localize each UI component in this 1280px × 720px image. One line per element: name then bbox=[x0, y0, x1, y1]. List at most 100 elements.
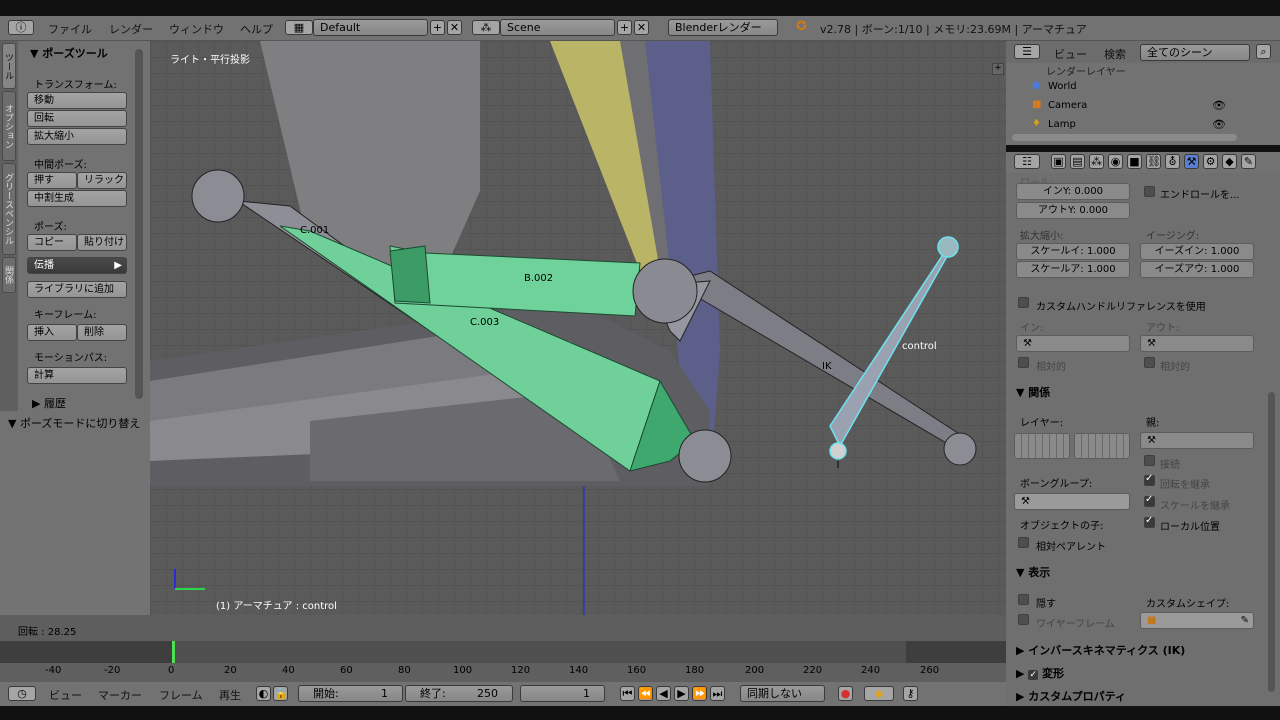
breakdown-button[interactable]: 中割生成 bbox=[27, 190, 127, 207]
current-frame-field[interactable]: 1 bbox=[520, 685, 605, 702]
inherit-scale-checkbox[interactable] bbox=[1144, 494, 1155, 507]
timeline-menu-marker[interactable]: マーカー bbox=[98, 687, 142, 703]
wireframe-checkbox[interactable] bbox=[1018, 614, 1029, 625]
display-panel-header[interactable]: ▼ 表示 bbox=[1016, 564, 1050, 580]
connected-checkbox[interactable] bbox=[1144, 455, 1155, 466]
range-icon[interactable]: ◐ bbox=[256, 686, 271, 701]
bone-group-field[interactable]: ⚒ bbox=[1014, 493, 1130, 510]
keyframe-type-icon[interactable]: ⚷ bbox=[903, 686, 918, 701]
layout-select[interactable]: Default bbox=[313, 19, 428, 36]
switch-pose-mode-header[interactable]: ▼ ポーズモードに切り替え bbox=[8, 415, 140, 431]
bone-b002-base[interactable] bbox=[389, 245, 431, 304]
timeline-menu-view[interactable]: ビュー bbox=[49, 687, 82, 703]
custom-shape-field[interactable]: ■ ✎ bbox=[1140, 612, 1254, 629]
texture-tab-icon[interactable]: ✎ bbox=[1241, 154, 1256, 169]
next-keyframe-icon[interactable]: ⏩ bbox=[692, 686, 707, 701]
viewport-expand-icon[interactable]: + bbox=[992, 63, 1004, 75]
outliner-menu-search[interactable]: 検索 bbox=[1104, 46, 1126, 62]
keying-set-icon[interactable]: ◆ bbox=[864, 686, 894, 701]
play-icon[interactable]: ▶ bbox=[674, 686, 689, 701]
control-tail-sphere[interactable] bbox=[829, 442, 847, 460]
camera-visibility-eye-icon[interactable]: 👁 bbox=[1212, 99, 1226, 112]
scene-tab-icon[interactable]: ⁂ bbox=[1089, 154, 1104, 169]
timeline-menu-frame[interactable]: フレーム bbox=[159, 687, 203, 703]
outliner-scrollbar[interactable] bbox=[1012, 134, 1237, 141]
relax-button[interactable]: リラックス bbox=[77, 172, 127, 201]
outliner-search-icon[interactable]: ⌕ bbox=[1256, 44, 1271, 59]
transform-enabled-checkbox[interactable]: ✓ bbox=[1028, 670, 1039, 680]
add-scene-icon[interactable]: + bbox=[617, 20, 632, 35]
relative-parent-checkbox[interactable] bbox=[1018, 537, 1029, 548]
tab-options[interactable]: オプション bbox=[2, 91, 16, 161]
local-location-checkbox[interactable] bbox=[1144, 515, 1155, 528]
inherit-rotation-checkbox[interactable] bbox=[1144, 473, 1155, 486]
tab-grease-pencil[interactable]: グリースペンシル bbox=[2, 163, 16, 255]
world-tab-icon[interactable]: ◉ bbox=[1108, 154, 1123, 169]
outliner-menu-view[interactable]: ビュー bbox=[1054, 46, 1087, 62]
menu-window[interactable]: ウィンドウ bbox=[169, 21, 224, 37]
menu-help[interactable]: ヘルプ bbox=[240, 21, 273, 37]
outliner-item-renderlayers[interactable]: レンダーレイヤー bbox=[1046, 63, 1126, 78]
relative-in-checkbox[interactable] bbox=[1018, 357, 1029, 368]
scale-button[interactable]: 拡大縮小 bbox=[27, 128, 127, 145]
paste-pose-button[interactable]: 貼り付け bbox=[77, 234, 127, 251]
properties-scrollbar[interactable] bbox=[1268, 392, 1275, 692]
history-panel-header[interactable]: ▶ 履歴 bbox=[32, 395, 66, 411]
transform-panel-header[interactable]: ▶ ✓ 変形 bbox=[1016, 665, 1064, 681]
scale-in-field[interactable]: スケールイ: 1.000 bbox=[1016, 243, 1130, 260]
hide-checkbox[interactable] bbox=[1018, 594, 1029, 605]
add-layout-icon[interactable]: + bbox=[430, 20, 445, 35]
push-button[interactable]: 押す bbox=[27, 172, 77, 189]
jump-start-icon[interactable]: ⏮ bbox=[620, 686, 635, 701]
jump-end-icon[interactable]: ⏭ bbox=[710, 686, 725, 701]
render-layers-tab-icon[interactable]: ▤ bbox=[1070, 154, 1085, 169]
prev-keyframe-icon[interactable]: ⏪ bbox=[638, 686, 653, 701]
add-to-library-button[interactable]: ライブラリに追加 bbox=[27, 281, 127, 298]
insert-keyframe-button[interactable]: 挿入 bbox=[27, 324, 77, 341]
scale-out-field[interactable]: スケールア: 1.000 bbox=[1016, 261, 1130, 278]
play-reverse-icon[interactable]: ◀ bbox=[656, 686, 671, 701]
material-tab-icon[interactable]: ◆ bbox=[1222, 154, 1237, 169]
ik-panel-header[interactable]: ▶ インバースキネマティクス (IK) bbox=[1016, 642, 1185, 658]
in-y-field[interactable]: インY: 0.000 bbox=[1016, 183, 1130, 200]
outliner-filter-select[interactable]: 全てのシーン bbox=[1140, 44, 1250, 61]
scene-select[interactable]: Scene bbox=[500, 19, 615, 36]
rotate-button[interactable]: 回転 bbox=[27, 110, 127, 127]
current-frame-marker[interactable] bbox=[172, 641, 175, 665]
editor-type-info-icon[interactable]: ⓘ bbox=[8, 20, 34, 35]
parent-field[interactable]: ⚒ bbox=[1140, 432, 1254, 449]
bone-tab-icon[interactable]: ⚒ bbox=[1184, 154, 1199, 169]
out-y-field[interactable]: アウトY: 0.000 bbox=[1016, 202, 1130, 219]
menu-file[interactable]: ファイル bbox=[48, 21, 92, 37]
delete-keyframe-button[interactable]: 削除 bbox=[77, 324, 127, 341]
3d-viewport[interactable]: ライト・平行投影 (1) アーマチュア : control C.001 B.00… bbox=[150, 41, 1006, 615]
copy-pose-button[interactable]: コピー bbox=[27, 234, 77, 251]
render-tab-icon[interactable]: ▣ bbox=[1051, 154, 1066, 169]
propagate-button[interactable]: 伝播 ▶ bbox=[27, 257, 127, 274]
move-button[interactable]: 移動 bbox=[27, 92, 127, 109]
remove-scene-icon[interactable]: ✕ bbox=[634, 20, 649, 35]
start-frame-field[interactable]: 開始: 1 bbox=[298, 685, 403, 702]
sync-select[interactable]: 同期しない bbox=[740, 685, 825, 702]
outliner-item-camera[interactable]: Camera bbox=[1048, 100, 1087, 111]
end-roll-checkbox[interactable] bbox=[1144, 186, 1155, 197]
timeline-editor-icon[interactable]: ◷ bbox=[8, 686, 36, 701]
outliner-item-lamp[interactable]: Lamp bbox=[1048, 119, 1076, 130]
handle-in-field[interactable]: ⚒ bbox=[1016, 335, 1130, 352]
ease-out-field[interactable]: イーズアウ: 1.000 bbox=[1140, 261, 1254, 278]
ease-in-field[interactable]: イーズイン: 1.000 bbox=[1140, 243, 1254, 260]
calculate-path-button[interactable]: 計算 bbox=[27, 367, 127, 384]
record-icon[interactable]: ● bbox=[838, 686, 853, 701]
remove-layout-icon[interactable]: ✕ bbox=[447, 20, 462, 35]
constraints-tab-icon[interactable]: ⛓ bbox=[1146, 154, 1161, 169]
end-frame-field[interactable]: 終了: 250 bbox=[405, 685, 513, 702]
outliner-editor-icon[interactable]: ☰ bbox=[1014, 44, 1040, 59]
timeline-menu-playback[interactable]: 再生 bbox=[219, 687, 241, 703]
scene-icon[interactable]: ⁂ bbox=[472, 20, 500, 35]
eyedropper-icon[interactable]: ✎ bbox=[1241, 613, 1249, 628]
timeline[interactable]: -40 -20 0 20 40 60 80 100 120 140 160 18… bbox=[0, 641, 1006, 682]
lock-icon[interactable]: 🔒 bbox=[273, 686, 288, 701]
relations-panel-header[interactable]: ▼ 関係 bbox=[1016, 384, 1050, 400]
properties-editor-icon[interactable]: ☷ bbox=[1014, 154, 1040, 169]
tab-tools[interactable]: ツール bbox=[2, 43, 16, 89]
